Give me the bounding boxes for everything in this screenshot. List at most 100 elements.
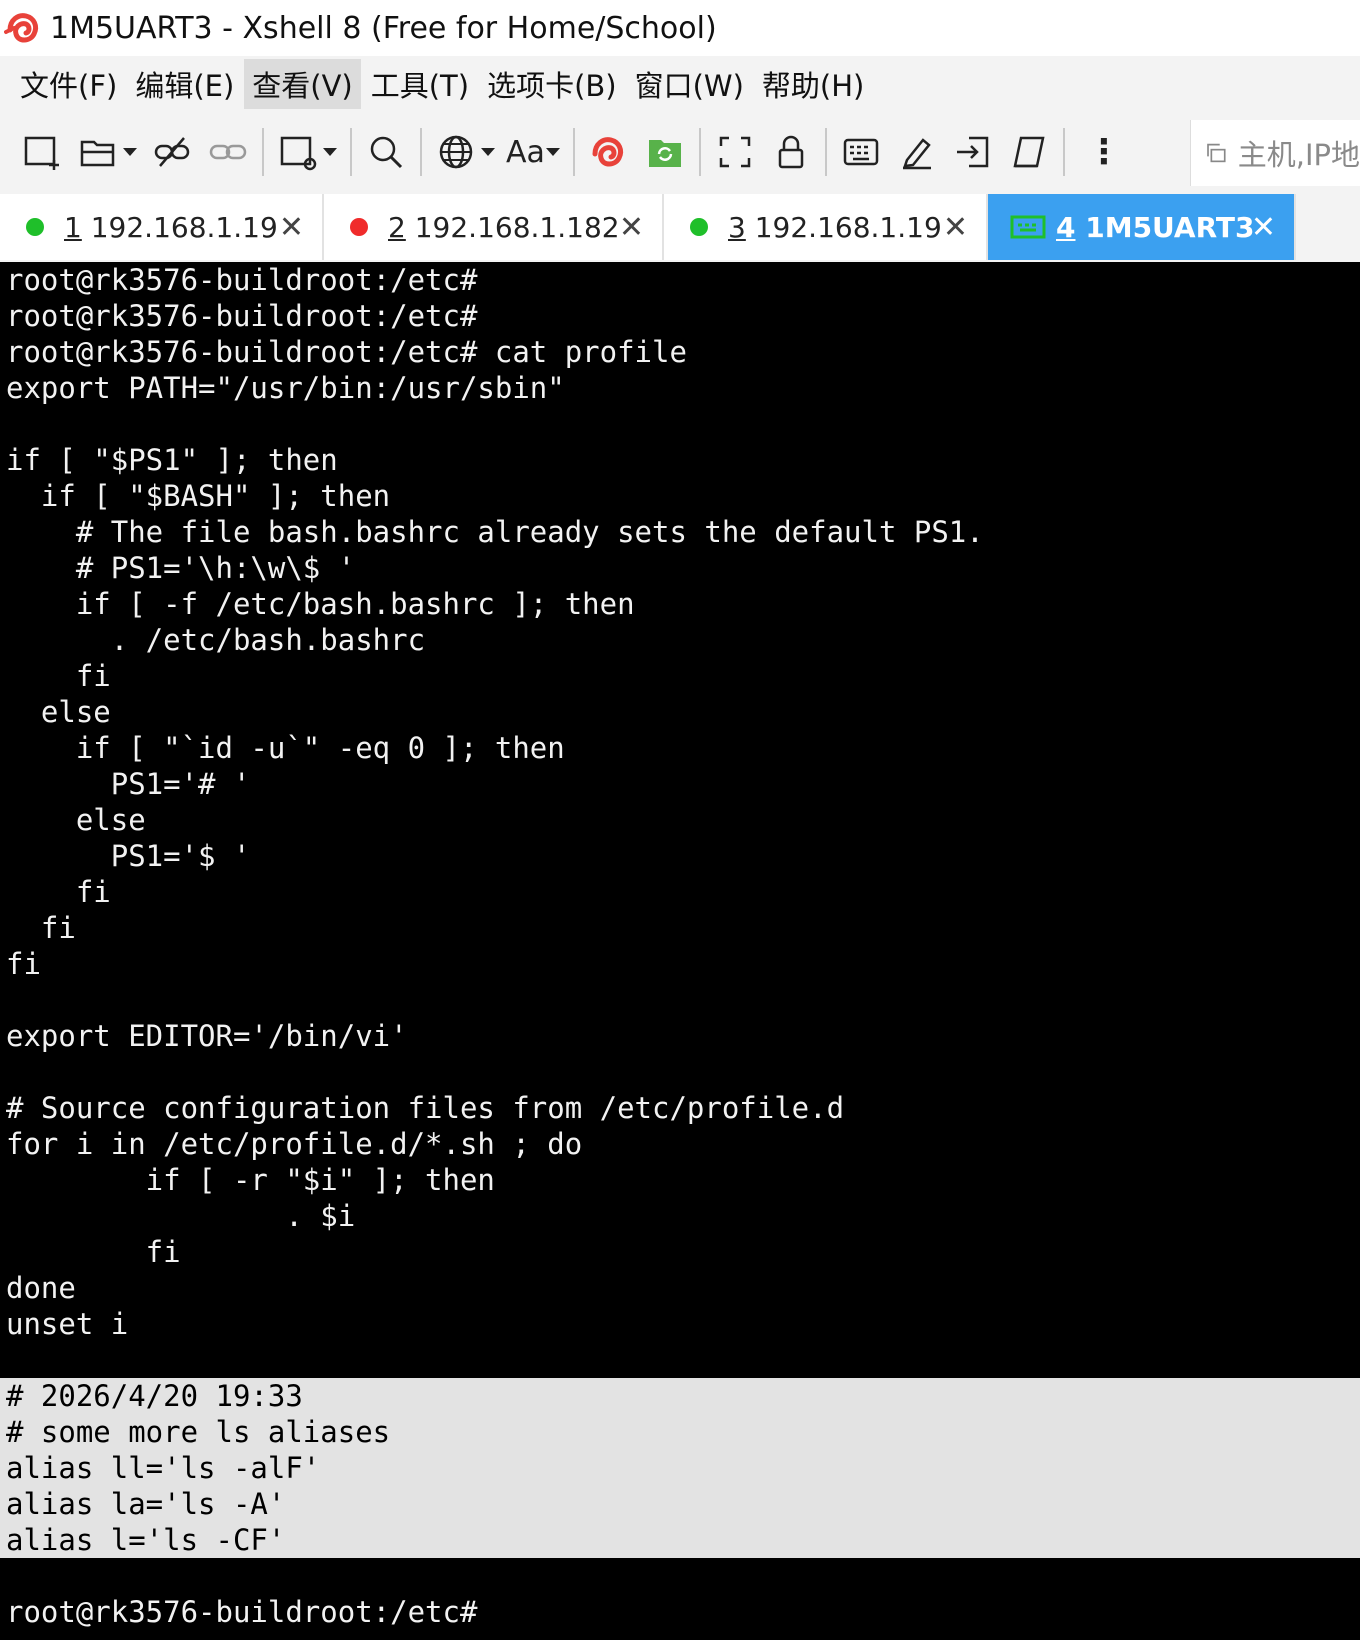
close-tab-icon[interactable]: ✕ [619,210,644,245]
open-dropdown-button[interactable] [122,146,138,158]
terminal-line: alias la='ls -A' [0,1486,1360,1522]
tab-session-4[interactable]: 4 1M5UART3 ✕ [988,194,1296,260]
disconnected-status-icon [350,218,368,236]
new-window-icon [1207,143,1226,163]
menu-view[interactable]: 查看(V) [244,59,361,109]
terminal-line: # Source configuration files from /etc/p… [6,1091,845,1125]
terminal-line: done [6,1271,76,1305]
terminal-line: # 2026/4/20 19:33 [0,1378,1360,1414]
menu-window[interactable]: 窗口(W) [627,59,752,109]
close-tab-icon[interactable]: ✕ [279,210,304,245]
tab-label: 2 192.168.1.182 [388,210,620,244]
terminal-line: if [ "$BASH" ]; then [6,479,391,513]
reconnect-button[interactable] [200,124,256,180]
globe-icon [439,135,473,169]
script-icon [1013,136,1045,168]
keyboard-icon [843,138,879,166]
folder-open-icon [80,140,115,167]
font-dropdown-button[interactable] [545,146,561,158]
terminal-line: export EDITOR='/bin/vi' [6,1019,408,1053]
keyboard-button[interactable] [833,124,889,180]
terminal-line: . /etc/bash.bashrc [6,623,426,657]
terminal-line: export PATH="/usr/bin:/usr/sbin" [6,371,565,405]
terminal-line: fi [6,875,111,909]
terminal-line: fi [6,911,76,945]
toolbar-separator [572,128,575,176]
terminal-line: if [ -r "$i" ]; then [6,1163,495,1197]
script-button[interactable] [1001,124,1057,180]
xshell-button[interactable] [581,124,637,180]
menu-edit[interactable]: 编辑(E) [127,59,242,109]
xftp-icon [648,140,681,167]
tab-session-3[interactable]: 3 192.168.1.19 ✕ [664,194,988,260]
transfer-button[interactable] [945,124,1001,180]
menu-tab[interactable]: 选项卡(B) [479,59,625,109]
terminal-line: PS1='$ ' [6,839,251,873]
connected-status-icon [690,218,708,236]
compose-button[interactable] [889,124,945,180]
terminal-line: if [ -f /etc/bash.bashrc ]; then [6,587,635,621]
terminal-line: if [ "$PS1" ]; then [6,443,338,477]
serial-port-icon [1010,215,1046,239]
terminal-line: unset i [6,1307,129,1341]
chevron-down-icon [323,148,337,156]
terminal-line: root@rk3576-buildroot:/etc# [6,1595,478,1629]
toolbar-separator [350,128,352,176]
chevron-down-icon [545,148,560,156]
pen-icon [902,138,931,170]
terminal-output[interactable]: root@rk3576-buildroot:/etc# root@rk3576-b… [0,262,1360,1640]
terminal-line: alias l='ls -CF' [0,1522,1360,1558]
toolbar-separator [698,128,701,176]
window-title: 1M5UART3 - Xshell 8 (Free for Home/Schoo… [50,10,717,46]
properties-button[interactable] [270,124,326,180]
link-icon [209,144,247,160]
font-button[interactable]: Aa [502,135,549,170]
fullscreen-icon [719,136,751,168]
menu-help[interactable]: 帮助(H) [754,59,872,109]
link-broken-icon [154,137,190,167]
lock-button[interactable] [763,124,819,180]
new-session-button[interactable] [14,124,70,180]
menu-tools[interactable]: 工具(T) [363,59,477,109]
tab-session-2[interactable]: 2 192.168.1.182 ✕ [324,194,664,260]
terminal-line: else [6,803,146,837]
terminal-line: PS1='# ' [6,767,251,801]
terminal-line: else [6,695,111,729]
session-settings-icon [280,136,317,171]
tab-label: 1 192.168.1.19 [64,210,278,244]
toolbar: Aa ⋮ [0,112,1360,192]
tab-session-1[interactable]: 1 192.168.1.19 ✕ [0,194,324,260]
close-tab-icon[interactable]: ✕ [943,210,968,245]
fullscreen-button[interactable] [707,124,763,180]
chevron-down-icon [481,148,495,156]
menu-file[interactable]: 文件(F) [12,59,125,109]
encoding-button[interactable] [428,124,484,180]
toolbar-separator [420,128,422,176]
terminal-line: alias ll='ls -alF' [0,1450,1360,1486]
search-icon [370,136,403,169]
toolbar-separator [824,128,827,176]
find-button[interactable] [358,124,414,180]
more-options-button[interactable]: ⋮ [1071,132,1137,172]
terminal-line: fi [6,947,41,981]
host-address-input[interactable]: 主机,IP地 [1190,120,1360,186]
properties-dropdown-button[interactable] [322,146,338,158]
encoding-dropdown-button[interactable] [480,146,496,158]
tab-label: 4 1M5UART3 [1056,210,1255,244]
tab-label: 3 192.168.1.19 [728,210,942,244]
chevron-down-icon [123,148,137,156]
open-session-button[interactable] [70,124,126,180]
disconnect-button[interactable] [144,124,200,180]
terminal-line: fi [6,659,111,693]
close-tab-icon[interactable]: ✕ [1251,210,1276,245]
xftp-button[interactable] [637,124,693,180]
terminal-line: if [ "`id -u`" -eq 0 ]; then [6,731,565,765]
title-bar: 1M5UART3 - Xshell 8 (Free for Home/Schoo… [0,0,1360,56]
toolbar-separator [1062,128,1065,176]
toolbar-separator [262,128,264,176]
